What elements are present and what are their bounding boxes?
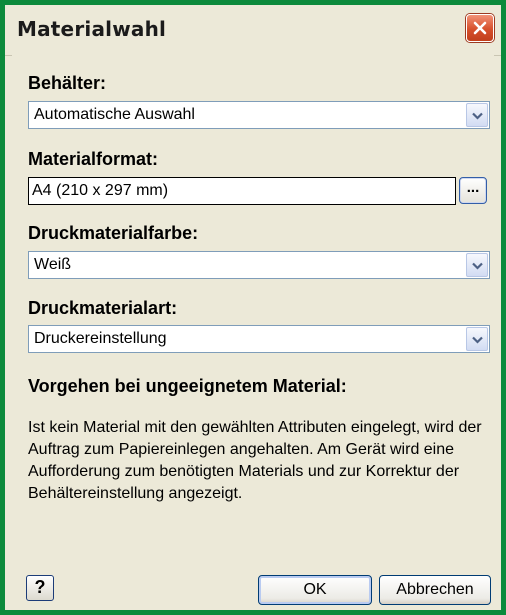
type-select-value: Druckereinstellung [34,330,167,347]
format-field-value: A4 (210 x 297 mm) [32,182,169,199]
ellipsis-icon: ... [466,179,480,196]
color-dropdown-button[interactable] [466,253,488,277]
cancel-button[interactable]: Abbrechen [379,575,491,605]
help-icon: ? [34,577,46,597]
unsuitable-material-heading: Vorgehen bei ungeeignetem Material: [28,376,347,396]
container-label: Behälter: [28,73,107,93]
color-select-value: Weiß [34,256,72,273]
title-bar[interactable]: Materialwahl [5,5,501,56]
container-select-value: Automatische Auswahl [34,106,195,123]
type-label: Druckmaterialart: [28,298,178,318]
close-button[interactable] [466,14,494,42]
color-select[interactable]: Weiß [28,251,490,279]
dialog-window: Materialwahl Behälter: Automatische Ausw… [0,0,506,615]
type-dropdown-button[interactable] [466,327,488,351]
dialog-body: Behälter: Automatische Auswahl Materialf… [12,55,494,605]
container-dropdown-button[interactable] [466,103,488,127]
chevron-down-icon [472,336,483,344]
help-button[interactable]: ? [26,575,54,601]
color-label: Druckmaterialfarbe: [28,223,199,243]
format-field[interactable]: A4 (210 x 297 mm) [28,177,456,205]
chevron-down-icon [472,262,483,270]
format-label: Materialformat: [28,149,159,169]
format-more-button[interactable]: ... [459,177,487,204]
chevron-down-icon [472,112,483,120]
unsuitable-material-description: Ist kein Material mit den gewählten Attr… [28,419,482,502]
close-icon [473,21,487,35]
type-select[interactable]: Druckereinstellung [28,325,490,353]
container-select[interactable]: Automatische Auswahl [28,101,490,129]
window-title: Materialwahl [17,17,167,41]
ok-button[interactable]: OK [258,575,372,605]
